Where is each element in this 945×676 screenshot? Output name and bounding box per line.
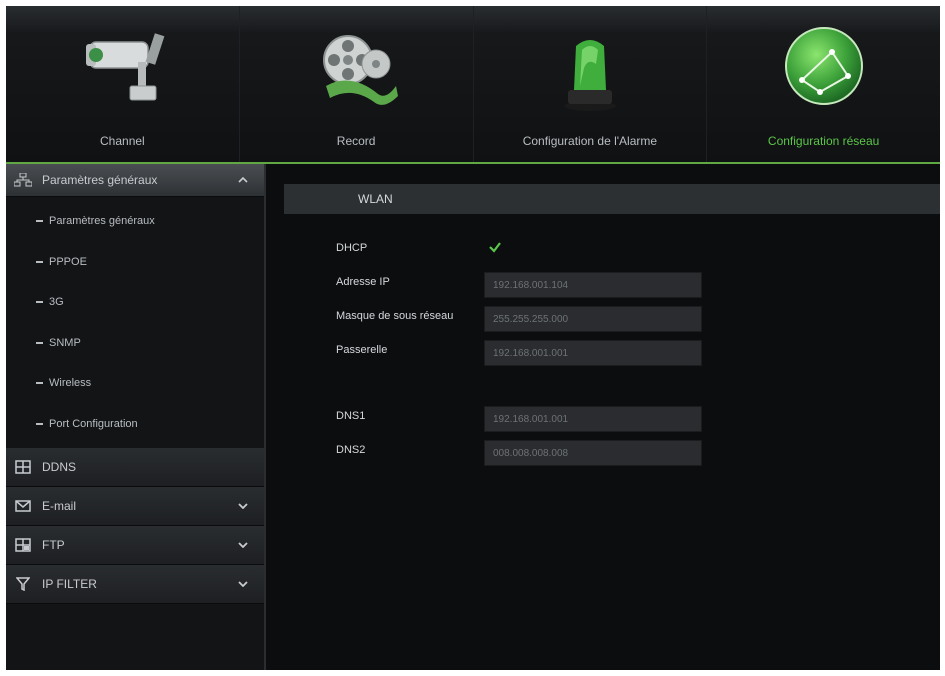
dns2-field[interactable]: 008.008.008.008 bbox=[484, 440, 702, 466]
sidebar-section-label: FTP bbox=[42, 538, 65, 552]
sidebar-section-general-settings[interactable]: Paramètres généraux bbox=[6, 164, 264, 197]
sidebar-item-general-settings[interactable]: Paramètres généraux bbox=[6, 201, 264, 242]
chevron-down-icon[interactable] bbox=[236, 577, 250, 591]
chevron-up-icon[interactable] bbox=[236, 173, 250, 187]
camera-icon bbox=[86, 33, 165, 101]
dns1-label: DNS1 bbox=[336, 410, 366, 422]
network-icon bbox=[14, 173, 32, 187]
tab-label: Configuration réseau bbox=[767, 134, 880, 148]
tab-label: Configuration de l'Alarme bbox=[522, 134, 658, 148]
sidebar-section-ftp[interactable]: FTP bbox=[6, 526, 264, 565]
gateway-field[interactable]: 192.168.001.001 bbox=[484, 340, 702, 366]
sidebar-item-wireless[interactable]: Wireless bbox=[6, 363, 264, 404]
tab-channel[interactable]: Channel bbox=[6, 6, 240, 162]
envelope-icon bbox=[14, 499, 32, 513]
tab-record[interactable]: Record bbox=[240, 6, 474, 162]
sidebar-section-ddns[interactable]: DDNS bbox=[6, 448, 264, 487]
subnet-mask-label: Masque de sous réseau bbox=[336, 310, 454, 322]
sidebar-section-label: Paramètres généraux bbox=[42, 173, 158, 187]
tab-label: Record bbox=[336, 134, 376, 148]
chevron-down-icon[interactable] bbox=[236, 499, 250, 513]
sidebar-item-pppoe[interactable]: PPPOE bbox=[6, 242, 264, 283]
sidebar-item-port-configuration[interactable]: Port Configuration bbox=[6, 404, 264, 445]
sidebar-section-label: E-mail bbox=[42, 499, 77, 513]
sidebar-item-label: PPPOE bbox=[49, 255, 87, 268]
dash-icon bbox=[36, 382, 43, 385]
app-window: Channel Record Configuration de l'Alarme… bbox=[6, 6, 940, 670]
dash-icon bbox=[36, 341, 43, 344]
dash-icon bbox=[36, 301, 43, 304]
ip-address-label: Adresse IP bbox=[336, 276, 390, 288]
dash-icon bbox=[36, 422, 43, 425]
dns1-field[interactable]: 192.168.001.001 bbox=[484, 406, 702, 432]
subnet-mask-field[interactable]: 255.255.255.000 bbox=[484, 306, 702, 332]
sidebar-item-label: Wireless bbox=[49, 377, 92, 390]
alarm-light-icon bbox=[563, 40, 616, 111]
dash-icon bbox=[36, 260, 43, 263]
sidebar-item-label: 3G bbox=[49, 296, 64, 309]
sidebar-item-label: SNMP bbox=[49, 336, 81, 349]
sidebar-item-3g[interactable]: 3G bbox=[6, 282, 264, 323]
sidebar: Paramètres généraux Paramètres généraux … bbox=[6, 164, 266, 670]
sidebar-section-label: IP FILTER bbox=[42, 577, 97, 591]
sidebar-section-label: DDNS bbox=[42, 460, 77, 474]
dns2-label: DNS2 bbox=[336, 444, 366, 456]
sidebar-item-label: Paramètres généraux bbox=[49, 215, 155, 228]
sidebar-section-email[interactable]: E-mail bbox=[6, 487, 264, 526]
sidebar-section-ip-filter[interactable]: IP FILTER bbox=[6, 565, 264, 604]
sidebar-item-label: Port Configuration bbox=[49, 417, 138, 430]
tab-alarm-config[interactable]: Configuration de l'Alarme bbox=[474, 6, 708, 162]
filter-icon bbox=[14, 577, 32, 591]
sidebar-subitems: Paramètres généraux PPPOE 3G SNMP Wirele… bbox=[6, 197, 264, 448]
tab-label: Channel bbox=[100, 134, 145, 148]
checkmark-icon bbox=[489, 242, 501, 253]
chevron-down-icon[interactable] bbox=[236, 538, 250, 552]
ddns-icon bbox=[14, 460, 32, 474]
tab-network-config[interactable]: Configuration réseau bbox=[707, 6, 940, 162]
ip-address-field[interactable]: 192.168.001.104 bbox=[484, 272, 702, 298]
top-navigation: Channel Record Configuration de l'Alarme… bbox=[6, 6, 940, 164]
film-reel-icon bbox=[323, 35, 399, 105]
ftp-icon bbox=[14, 538, 32, 552]
section-header-label: WLAN bbox=[358, 192, 393, 206]
gateway-label: Passerelle bbox=[336, 344, 388, 356]
dhcp-checkbox[interactable] bbox=[488, 240, 502, 254]
main-panel: WLAN DHCP Adresse IP 192.168.001.104 Mas… bbox=[266, 164, 940, 670]
network-globe-icon bbox=[784, 27, 863, 105]
dhcp-label: DHCP bbox=[336, 242, 368, 254]
sidebar-item-snmp[interactable]: SNMP bbox=[6, 323, 264, 364]
section-header-wlan: WLAN bbox=[284, 184, 940, 214]
dash-icon bbox=[36, 220, 43, 223]
